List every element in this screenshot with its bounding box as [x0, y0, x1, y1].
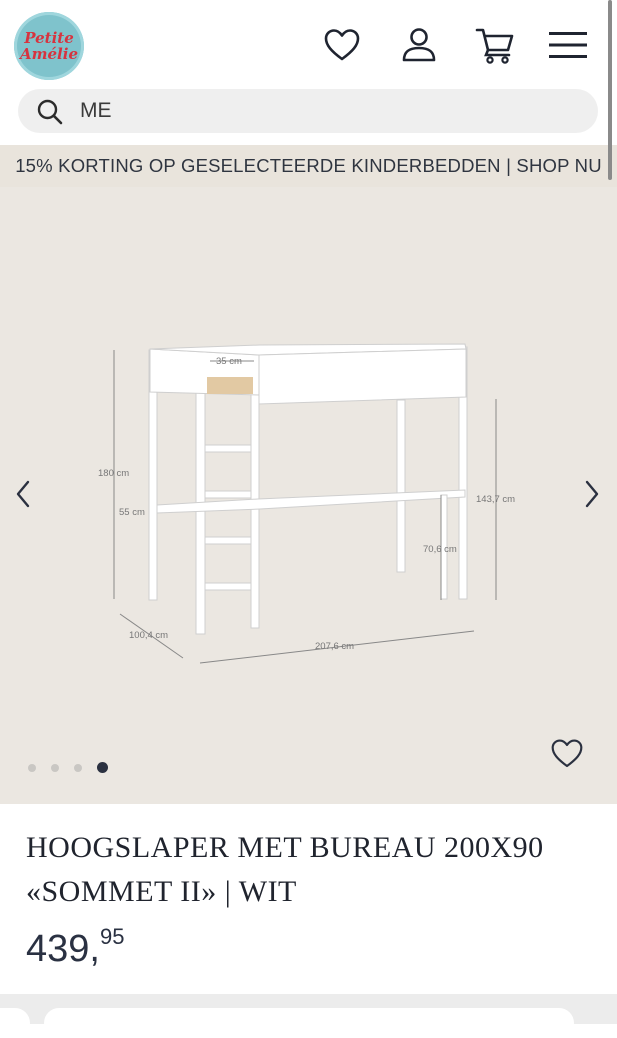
ladder-rung [204, 490, 252, 499]
search-icon [37, 99, 63, 125]
bed-frame [258, 348, 467, 405]
product-title-line1: HOOGSLAPER MET BUREAU 200X90 [26, 831, 544, 864]
wishlist-button[interactable] [321, 24, 363, 66]
pagination-dot[interactable] [51, 763, 59, 772]
ladder-opening [207, 377, 253, 394]
gallery-pagination [28, 762, 108, 773]
ladder-rung [204, 582, 252, 591]
price-cents: 95 [99, 924, 125, 949]
next-image-button[interactable] [577, 474, 607, 514]
site-header: Petite Amélie [0, 0, 617, 90]
pagination-dot[interactable] [28, 763, 36, 772]
price-main: 439, [26, 928, 100, 970]
dim-depth: 100,4 cm [129, 630, 168, 641]
product-title-line2: «SOMMET II» | WIT [26, 875, 297, 908]
ladder-rung [204, 444, 252, 453]
product-title: HOOGSLAPER MET BUREAU 200X90 «SOMMET II»… [26, 826, 586, 914]
user-icon [402, 28, 436, 62]
add-to-wishlist-button[interactable] [548, 735, 586, 771]
search-bar[interactable] [18, 89, 598, 133]
bed-post [250, 391, 260, 629]
dim-height-under: 143,7 cm [476, 494, 515, 505]
dim-height-total: 180 cm [98, 468, 129, 479]
scrollbar[interactable] [608, 0, 612, 180]
menu-icon [549, 32, 587, 58]
brand-logo[interactable]: Petite Amélie [14, 12, 84, 80]
pagination-dot-active[interactable] [97, 762, 108, 773]
logo-line1: Petite [24, 29, 74, 47]
chevron-right-icon [585, 480, 599, 508]
account-button[interactable] [398, 24, 440, 66]
chevron-left-icon [16, 480, 30, 508]
product-image-gallery[interactable]: 35 cm 180 cm 55 cm 143,7 cm 70,6 cm 100,… [0, 187, 617, 804]
dim-desk-depth: 55 cm [119, 507, 145, 518]
bed-post [195, 391, 206, 635]
bottom-left-control[interactable] [0, 1008, 30, 1038]
bed-post [396, 399, 406, 573]
dim-width-top: 35 cm [216, 356, 242, 367]
ladder-rung [204, 536, 252, 545]
heart-icon [551, 738, 583, 767]
cart-icon [475, 28, 514, 64]
heart-icon [324, 29, 360, 61]
product-dimension-drawing: 35 cm 180 cm 55 cm 143,7 cm 70,6 cm 100,… [98, 343, 515, 664]
dim-length: 207,6 cm [315, 641, 354, 652]
bottom-action-bar [0, 994, 617, 1038]
logo-line2: Amélie [20, 45, 78, 63]
search-input[interactable] [80, 97, 560, 125]
product-price: 439,95 [26, 924, 124, 971]
pagination-dot[interactable] [74, 763, 82, 772]
promo-banner[interactable]: 15% KORTING OP GESELECTEERDE KINDERBEDDE… [0, 145, 617, 187]
menu-button[interactable] [547, 24, 589, 66]
dim-desk-height: 70,6 cm [423, 544, 457, 555]
previous-image-button[interactable] [8, 474, 38, 514]
cart-button[interactable] [474, 24, 516, 66]
bottom-action-pill[interactable] [44, 1008, 574, 1038]
